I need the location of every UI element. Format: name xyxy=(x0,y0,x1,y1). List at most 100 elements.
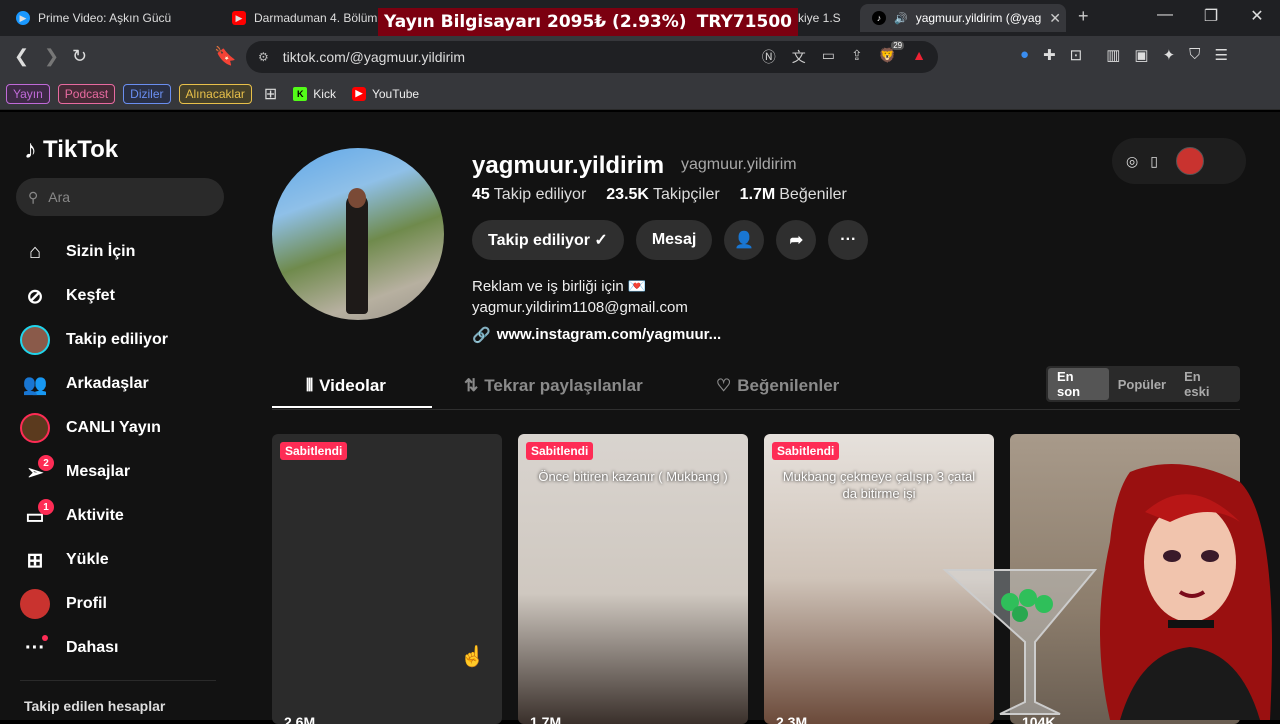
bookmark-yayin[interactable]: Yayın xyxy=(6,83,50,104)
vtuber-avatar-overlay xyxy=(942,464,1272,720)
following-stat[interactable]: 45 Takip ediliyor xyxy=(472,186,586,204)
browser-tab-prime-video[interactable]: ▶ Prime Video: Aşkın Gücü xyxy=(4,4,222,32)
followers-label: Takipçiler xyxy=(652,186,720,203)
sidebar-item-takip-ediliyor[interactable]: Takip ediliyor xyxy=(20,318,168,362)
bio-email: yagmur.yildirim1108@gmail.com xyxy=(472,299,688,316)
bookmark-kick[interactable]: K Kick xyxy=(293,86,336,101)
tiktok-logo-icon: ♪ xyxy=(24,134,37,164)
screenshot-icon[interactable]: ⊡ xyxy=(1070,46,1083,64)
back-icon[interactable]: ❮ xyxy=(14,46,29,67)
sidebar-item-dahasi[interactable]: ··· Dahası xyxy=(20,626,168,670)
profile-stats: 45 Takip ediliyor 23.5K Takipçiler 1.7M Beğ… xyxy=(472,186,847,204)
profile-link[interactable]: 🔗 www.instagram.com/yagmuur... xyxy=(472,326,721,344)
menu-icon[interactable]: ☰ xyxy=(1214,46,1227,64)
tab-title: Darmaduman 4. Bölüm xyxy=(254,11,378,25)
following-count: 45 xyxy=(472,186,490,203)
profile-avatar-large[interactable] xyxy=(272,148,444,320)
share-icon[interactable]: ⇪ xyxy=(851,47,863,67)
sidebar-item-sizin-icin[interactable]: ⌂ Sizin İçin xyxy=(20,230,168,274)
tab-begenilenler[interactable]: ♡ Beğenilenler xyxy=(716,376,839,396)
view-count: 2.6M xyxy=(284,714,316,724)
puzzle-icon[interactable]: ✚ xyxy=(1043,46,1056,64)
apps-grid-icon[interactable]: ⊞ xyxy=(264,84,277,104)
browser-tab-darmaduman[interactable]: ▶ Darmaduman 4. Bölüm xyxy=(220,4,380,32)
sidebar-item-label: Takip ediliyor xyxy=(66,331,168,348)
overlay-right-text: TRY71500 xyxy=(696,12,792,32)
tiktok-icon: ♪ xyxy=(872,11,886,25)
grid-icon: ⫴ xyxy=(306,376,314,395)
sidebar-item-aktivite[interactable]: ▭ 1 Aktivite xyxy=(20,494,168,538)
bookmark-icon[interactable]: 🔖 xyxy=(214,46,236,67)
avatar-head xyxy=(348,188,366,208)
followers-stat[interactable]: 23.5K Takipçiler xyxy=(606,186,719,204)
close-window-button[interactable]: ✕ xyxy=(1234,6,1280,26)
add-friend-icon[interactable]: 👤 xyxy=(724,220,765,260)
sidebar-item-canli-yayin[interactable]: CANLI Yayın xyxy=(20,406,168,450)
pinned-badge: Sabitlendi xyxy=(280,442,348,460)
message-button[interactable]: Mesaj xyxy=(635,220,713,260)
address-bar[interactable]: ⚙ tiktok.com/@yagmuur.yildirim Ⓝ 文 ▭ ⇪ 🦁… xyxy=(246,41,938,73)
wallet-icon[interactable]: ▣ xyxy=(1134,46,1148,64)
minimize-button[interactable]: — xyxy=(1142,6,1188,24)
tab-videolar[interactable]: ⫴ Videolar xyxy=(306,376,386,396)
profile-nickname: yagmuur.yildirim xyxy=(681,156,797,173)
martini-glass-icon xyxy=(942,569,1098,715)
share-icon[interactable]: ➦ xyxy=(776,220,817,260)
bookmark-youtube[interactable]: ▶ YouTube xyxy=(351,86,420,101)
sort-oldest[interactable]: En eski xyxy=(1175,368,1238,400)
search-input[interactable]: ⚲ Ara xyxy=(16,178,224,216)
extension-icon[interactable]: ● xyxy=(1020,46,1029,64)
profile-link-text[interactable]: www.instagram.com/yagmuur... xyxy=(497,326,722,344)
no-translate-icon[interactable]: Ⓝ xyxy=(762,47,776,67)
tiktok-logo[interactable]: ♪ TikTok xyxy=(24,134,118,165)
bio-line-1: Reklam ve iş birliği için 💌 xyxy=(472,278,647,295)
device-icon[interactable]: ▯ xyxy=(1150,153,1158,170)
sort-latest[interactable]: En son xyxy=(1048,368,1109,400)
sidebar-icon[interactable]: ▥ xyxy=(1106,46,1120,64)
close-tab-icon[interactable]: ✕ xyxy=(1049,10,1061,27)
coins-icon[interactable]: ◎ xyxy=(1126,153,1138,170)
browser-tab-tiktok[interactable]: ♪ 🔊 yagmuur.yildirim (@yag ✕ xyxy=(860,4,1066,32)
pinned-badge: Sabitlendi xyxy=(526,442,594,460)
site-settings-icon[interactable]: ⚙ xyxy=(258,50,269,64)
bookmark-diziler[interactable]: Diziler xyxy=(123,83,171,104)
top-right-tools: ◎ ▯ xyxy=(1112,138,1246,184)
likes-label: Beğeniler xyxy=(779,186,847,203)
brave-badge: 29 xyxy=(891,41,905,50)
following-button[interactable]: Takip ediliyor ✓ xyxy=(472,220,624,260)
more-options-icon[interactable]: ··· xyxy=(828,220,869,260)
leo-ai-icon[interactable]: ✦ xyxy=(1163,46,1176,64)
search-icon: ⚲ xyxy=(28,188,39,205)
new-tab-button[interactable]: + xyxy=(1078,6,1089,27)
translate-icon[interactable]: 文 xyxy=(792,47,806,67)
sidebar-item-profil[interactable]: Profil xyxy=(20,582,168,626)
sidebar-item-mesajlar[interactable]: ➢ 2 Mesajlar xyxy=(20,450,168,494)
reload-icon[interactable]: ↻ xyxy=(72,46,87,67)
user-avatar[interactable] xyxy=(1175,147,1204,175)
sort-popular[interactable]: Popüler xyxy=(1109,368,1175,400)
tab-title: Prime Video: Aşkın Gücü xyxy=(38,11,172,25)
view-count: 1.7M xyxy=(530,714,562,724)
sidebar-item-arkadaslar[interactable]: 👥 Arkadaşlar xyxy=(20,362,168,406)
brave-shield-icon[interactable]: 🦁 29 xyxy=(879,41,905,67)
browser-tab-turkiye[interactable]: rkiye 1.S xyxy=(790,4,860,32)
cast-icon[interactable]: ▭ xyxy=(822,47,835,67)
url-text[interactable]: tiktok.com/@yagmuur.yildirim xyxy=(283,49,465,65)
bookmark-alinacaklar[interactable]: Alınacaklar xyxy=(178,83,252,104)
repost-icon: ⇅ xyxy=(464,376,479,395)
notification-badge: 2 xyxy=(38,455,54,471)
profile-avatar xyxy=(20,589,50,619)
maximize-button[interactable]: ❐ xyxy=(1188,6,1234,26)
brave-rewards-icon[interactable]: ▲ xyxy=(912,47,926,67)
video-card[interactable]: Sabitlendi Önce bitiren kazanır ( Mukban… xyxy=(518,434,748,724)
sidebar: ♪ TikTok ⚲ Ara ⌂ Sizin İçin ⊘ Keşfet Tak… xyxy=(0,112,240,720)
video-card[interactable]: Sabitlendi 2.6M xyxy=(272,434,502,724)
tab-tekrar-paylasilanlar[interactable]: ⇅ Tekrar paylaşılanlar xyxy=(464,376,643,396)
vpn-icon[interactable]: ⛉ xyxy=(1189,46,1200,64)
sidebar-item-kesfet[interactable]: ⊘ Keşfet xyxy=(20,274,168,318)
following-avatar xyxy=(20,325,50,355)
forward-icon[interactable]: ❯ xyxy=(44,46,59,67)
bookmark-podcast[interactable]: Podcast xyxy=(57,83,116,104)
sidebar-item-yukle[interactable]: ⊞ Yükle xyxy=(20,538,168,582)
bookmark-label: YouTube xyxy=(371,86,420,101)
